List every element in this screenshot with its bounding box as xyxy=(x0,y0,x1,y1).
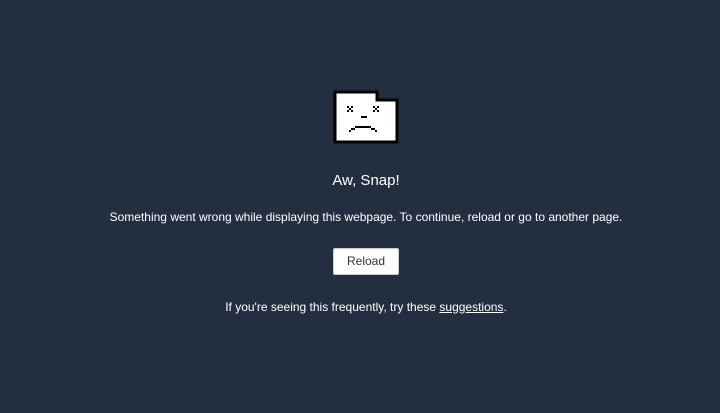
help-suffix: . xyxy=(503,300,507,314)
help-prefix: If you're seeing this frequently, try th… xyxy=(225,300,440,314)
error-page: Aw, Snap! Something went wrong while dis… xyxy=(0,0,720,413)
reload-button[interactable]: Reload xyxy=(333,248,399,275)
sad-tab-icon xyxy=(333,90,399,144)
error-message: Something went wrong while displaying th… xyxy=(109,210,623,224)
suggestions-link[interactable]: suggestions xyxy=(439,300,503,314)
help-text: If you're seeing this frequently, try th… xyxy=(0,299,720,315)
error-title: Aw, Snap! xyxy=(332,172,400,189)
